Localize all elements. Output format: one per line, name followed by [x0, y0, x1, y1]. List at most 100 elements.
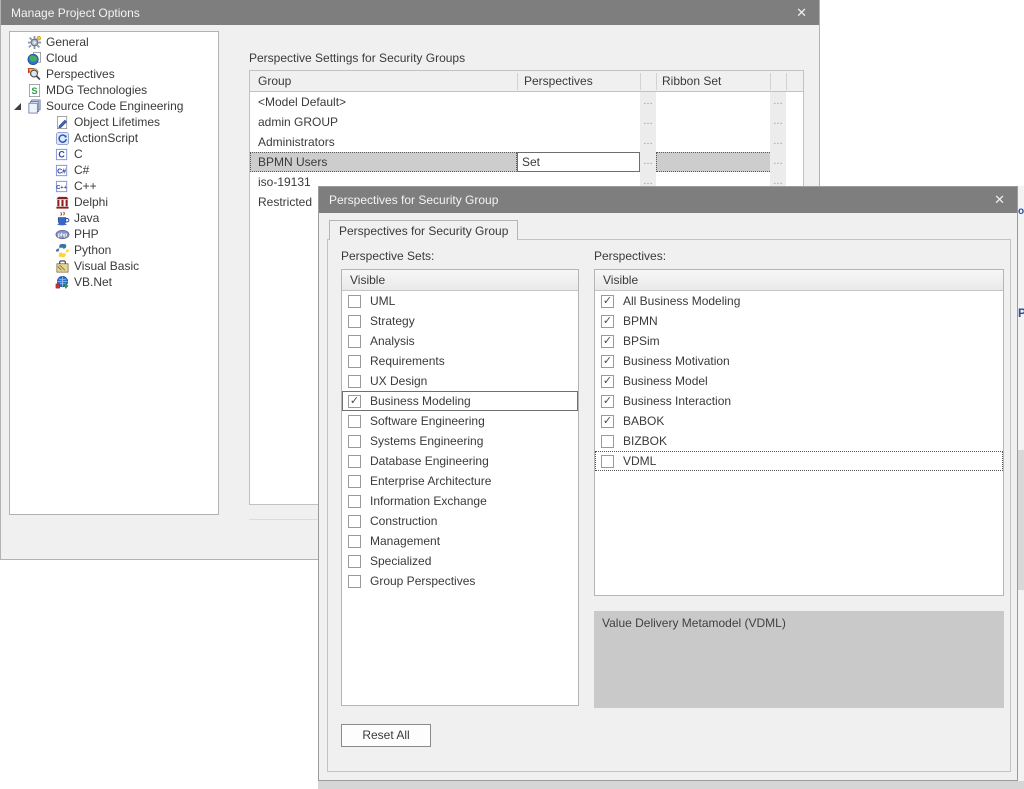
checked-checkbox[interactable]: ✓ — [601, 355, 614, 368]
tree-item-php[interactable]: phpPHP — [10, 226, 218, 242]
list-item-uml[interactable]: UML — [342, 291, 578, 311]
unchecked-checkbox[interactable] — [348, 575, 361, 588]
unchecked-checkbox[interactable] — [348, 375, 361, 388]
overlay-dialog-title: Perspectives for Security Group — [329, 193, 498, 207]
list-item-vdml[interactable]: VDML — [595, 451, 1003, 471]
list-item-babok[interactable]: ✓BABOK — [595, 411, 1003, 431]
cpp-icon: C++ — [55, 179, 70, 194]
list-item-software-engineering[interactable]: Software Engineering — [342, 411, 578, 431]
unchecked-checkbox[interactable] — [601, 455, 614, 468]
reset-all-button[interactable]: Reset All — [341, 724, 431, 747]
unchecked-checkbox[interactable] — [348, 355, 361, 368]
ribbon-set-ellipsis-button[interactable]: … — [770, 132, 786, 152]
list-item-information-exchange[interactable]: Information Exchange — [342, 491, 578, 511]
list-item-systems-engineering[interactable]: Systems Engineering — [342, 431, 578, 451]
list-item-database-engineering[interactable]: Database Engineering — [342, 451, 578, 471]
close-icon[interactable]: ✕ — [796, 0, 807, 25]
tree-item-visual-basic[interactable]: Visual Basic — [10, 258, 218, 274]
list-item-strategy[interactable]: Strategy — [342, 311, 578, 331]
tree-item-java[interactable]: Java — [10, 210, 218, 226]
unchecked-checkbox[interactable] — [348, 335, 361, 348]
table-row-admin-group[interactable]: admin GROUP…… — [250, 112, 803, 132]
tree-item-c[interactable]: C#C# — [10, 162, 218, 178]
tree-item-mdg-technologies[interactable]: S MDG Technologies — [10, 82, 218, 98]
list-item-ux-design[interactable]: UX Design — [342, 371, 578, 391]
unchecked-checkbox[interactable] — [348, 315, 361, 328]
tree-item-c[interactable]: CC — [10, 146, 218, 162]
unchecked-checkbox[interactable] — [348, 455, 361, 468]
list-item-analysis[interactable]: Analysis — [342, 331, 578, 351]
list-item-business-modeling[interactable]: ✓Business Modeling — [342, 391, 578, 411]
main-dialog-titlebar[interactable]: Manage Project Options ✕ — [1, 0, 819, 25]
tree-item-python[interactable]: Python — [10, 242, 218, 258]
table-row-administrators[interactable]: Administrators … … — [250, 132, 803, 152]
options-tree: GeneralCloudPerspectivesS MDG Technologie… — [9, 31, 219, 515]
list-item-bpsim[interactable]: ✓BPSim — [595, 331, 1003, 351]
perspectives-cell[interactable]: Set — [517, 152, 640, 172]
checked-checkbox[interactable]: ✓ — [601, 295, 614, 308]
ribbon-set-ellipsis-button[interactable]: … — [770, 112, 786, 132]
source-code-icon — [27, 99, 42, 114]
tree-item-vb-net[interactable]: VB.Net — [10, 274, 218, 290]
list-item-label: Specialized — [370, 554, 431, 568]
table-row-model-default[interactable]: <Model Default>…… — [250, 92, 803, 112]
ribbon-set-ellipsis-button[interactable]: … — [770, 152, 786, 172]
perspectives-ellipsis-button[interactable]: … — [640, 92, 656, 112]
list-item-business-interaction[interactable]: ✓Business Interaction — [595, 391, 1003, 411]
checked-checkbox[interactable]: ✓ — [601, 315, 614, 328]
checked-checkbox[interactable]: ✓ — [601, 415, 614, 428]
list-item-management[interactable]: Management — [342, 531, 578, 551]
tree-item-source-code-engineering[interactable]: Source Code Engineering — [10, 98, 218, 114]
column-header-ribbon-set[interactable]: Ribbon Set — [656, 71, 770, 91]
tab-perspectives-for-security-group[interactable]: Perspectives for Security Group — [329, 220, 518, 240]
perspectives-ellipsis-button[interactable]: … — [640, 132, 656, 152]
close-icon[interactable]: ✕ — [994, 187, 1005, 213]
tree-item-delphi[interactable]: Delphi — [10, 194, 218, 210]
tree-item-label: MDG Technologies — [46, 82, 147, 98]
unchecked-checkbox[interactable] — [348, 555, 361, 568]
list-item-construction[interactable]: Construction — [342, 511, 578, 531]
tree-item-c[interactable]: C++C++ — [10, 178, 218, 194]
ribbon-set-ellipsis-button[interactable]: … — [770, 92, 786, 112]
checked-checkbox[interactable]: ✓ — [348, 395, 361, 408]
list-item-group-perspectives[interactable]: Group Perspectives — [342, 571, 578, 591]
tree-item-label: Python — [74, 242, 111, 258]
unchecked-checkbox[interactable] — [348, 435, 361, 448]
table-row-bpmn-users[interactable]: BPMN UsersSet…… — [250, 152, 803, 172]
tree-item-object-lifetimes[interactable]: Object Lifetimes — [10, 114, 218, 130]
list-item-business-motivation[interactable]: ✓Business Motivation — [595, 351, 1003, 371]
column-header-group[interactable]: Group — [250, 71, 517, 91]
unchecked-checkbox[interactable] — [348, 495, 361, 508]
unchecked-checkbox[interactable] — [348, 295, 361, 308]
group-cell: Administrators — [250, 132, 517, 152]
window-bottom-edge — [318, 781, 1024, 789]
tree-item-general[interactable]: General — [10, 34, 218, 50]
unchecked-checkbox[interactable] — [348, 515, 361, 528]
checked-checkbox[interactable]: ✓ — [601, 375, 614, 388]
checked-checkbox[interactable]: ✓ — [601, 335, 614, 348]
tree-item-label: C — [74, 146, 83, 162]
tree-item-perspectives[interactable]: Perspectives — [10, 66, 218, 82]
list-item-enterprise-architecture[interactable]: Enterprise Architecture — [342, 471, 578, 491]
svg-text:C++: C++ — [56, 184, 67, 190]
mdg-icon: S — [27, 83, 42, 98]
unchecked-checkbox[interactable] — [601, 435, 614, 448]
expand-collapse-icon[interactable] — [14, 103, 21, 110]
perspectives-ellipsis-button[interactable]: … — [640, 112, 656, 132]
tree-item-cloud[interactable]: Cloud — [10, 50, 218, 66]
list-item-requirements[interactable]: Requirements — [342, 351, 578, 371]
unchecked-checkbox[interactable] — [348, 535, 361, 548]
list-item-all-business-modeling[interactable]: ✓All Business Modeling — [595, 291, 1003, 311]
list-item-business-model[interactable]: ✓Business Model — [595, 371, 1003, 391]
perspectives-label: Perspectives: — [594, 249, 666, 263]
unchecked-checkbox[interactable] — [348, 475, 361, 488]
column-header-perspectives[interactable]: Perspectives — [517, 71, 640, 91]
perspectives-ellipsis-button[interactable]: … — [640, 152, 656, 172]
list-item-bizbok[interactable]: BIZBOK — [595, 431, 1003, 451]
unchecked-checkbox[interactable] — [348, 415, 361, 428]
tree-item-actionscript[interactable]: ActionScript — [10, 130, 218, 146]
list-item-specialized[interactable]: Specialized — [342, 551, 578, 571]
checked-checkbox[interactable]: ✓ — [601, 395, 614, 408]
overlay-dialog-titlebar[interactable]: Perspectives for Security Group ✕ — [319, 187, 1017, 213]
list-item-bpmn[interactable]: ✓BPMN — [595, 311, 1003, 331]
